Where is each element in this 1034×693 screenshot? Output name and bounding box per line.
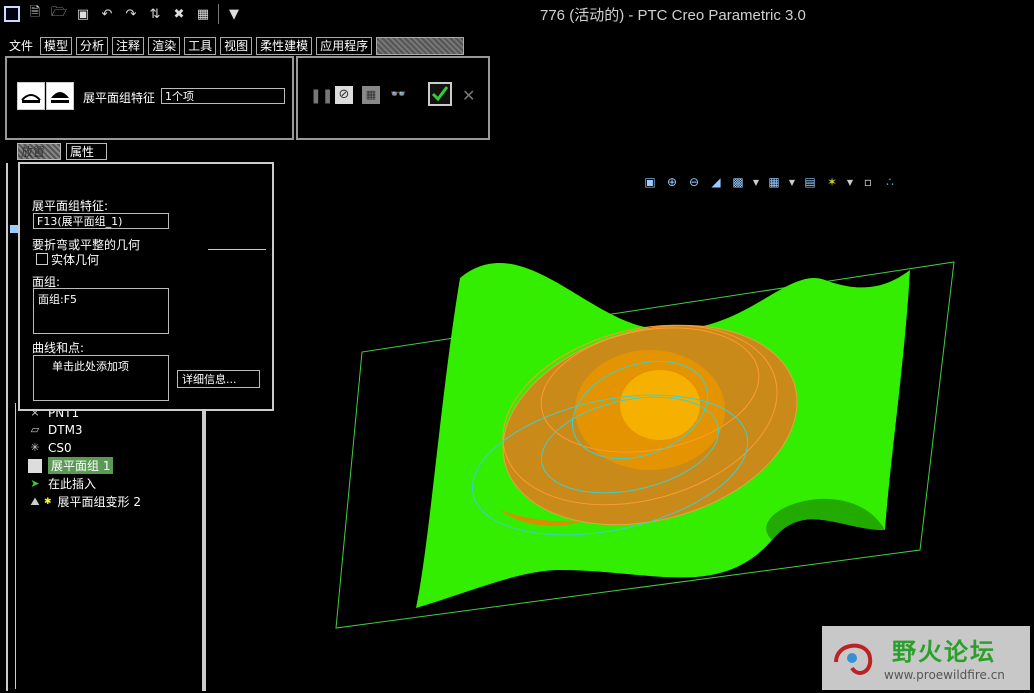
view-manager-icon[interactable]: ▤ (802, 174, 818, 190)
tree-item-label: 在此插入 (48, 477, 97, 491)
redo-icon[interactable]: ↷ (122, 5, 140, 23)
tree-item-flatten-deform-2[interactable]: ⛰ ✱ 展平面组变形 2 (28, 493, 141, 510)
solid-geometry-label: 实体几何 (51, 253, 100, 267)
no-preview-icon[interactable]: ⊘ (335, 86, 353, 104)
repaint-icon[interactable]: ◢ (708, 174, 724, 190)
display-style-icon[interactable]: ▩ (730, 174, 746, 190)
flatten-feature-label: 展平面组特征 (83, 91, 156, 105)
tab-applications[interactable]: 应用程序 (316, 37, 373, 55)
curves-label: 曲线和点: (32, 341, 85, 355)
tab-file[interactable]: 文件 (6, 38, 36, 54)
tab-placement[interactable]: 放置 (17, 143, 61, 160)
ribbon-tabs: 文件 模型 分析 注释 渲染 工具 视图 柔性建模 应用程序 (6, 37, 465, 55)
tree-item-insert-here[interactable]: ➤ 在此插入 (28, 475, 96, 492)
tab-tools[interactable]: 工具 (184, 37, 217, 55)
tree-item-label: 展平面组变形 2 (57, 495, 141, 509)
tree-item-flatten-quilt-1[interactable]: 展平面组 1 (28, 457, 114, 474)
dropdown-icon[interactable]: ▼ (752, 174, 760, 190)
tree-item-dtm3[interactable]: ▱ DTM3 (28, 421, 83, 438)
zoom-out-icon[interactable]: ⊖ (686, 174, 702, 190)
tab-properties[interactable]: 属性 (66, 143, 107, 160)
panel-feature-collector[interactable]: F13(展平面组_1) (33, 213, 169, 229)
refit-icon[interactable]: ▣ (642, 174, 658, 190)
annotation-display-icon[interactable]: ▫ (860, 174, 876, 190)
solid-geometry-checkbox[interactable] (36, 253, 48, 265)
tab-flatten-quilt-active[interactable] (376, 37, 465, 55)
tab-view[interactable]: 视图 (220, 37, 253, 55)
tab-annotate[interactable]: 注释 (112, 37, 145, 55)
flatten-type-icon[interactable] (17, 82, 45, 110)
graphics-area[interactable] (320, 240, 1034, 630)
open-icon[interactable]: 🗁 (50, 5, 68, 23)
tree-part-icon (10, 225, 18, 233)
solid-highlight (620, 370, 700, 440)
curves-collector[interactable]: 单击此处添加项 (33, 355, 169, 401)
forum-logo-icon (834, 643, 873, 675)
datum-display-icon[interactable]: ✶ (824, 174, 840, 190)
customize-icon[interactable]: ▼ (225, 5, 243, 23)
switch-window-icon[interactable]: ▦ (194, 5, 212, 23)
details-button[interactable]: 详细信息... (177, 370, 260, 388)
flatten-quilt-icon (28, 458, 42, 473)
feature-dashboard: 展平面组特征 1个项 (5, 56, 294, 140)
dropdown-icon[interactable]: ▼ (788, 174, 796, 190)
verify-icon[interactable]: 👓 (390, 87, 406, 102)
window-title: 776 (活动的) - PTC Creo Parametric 3.0 (540, 7, 806, 24)
datum-plane-icon: ▱ (30, 423, 40, 436)
preview-icon[interactable]: ▦ (362, 86, 380, 104)
tree-item-label: 展平面组 1 (48, 457, 114, 474)
placement-panel: 展平面组特征: F13(展平面组_1) 要折弯或平整的几何 实体几何 面组: 面… (18, 162, 274, 411)
divider (208, 249, 266, 250)
tree-item-label: DTM3 (48, 422, 83, 437)
tab-render[interactable]: 渲染 (148, 37, 181, 55)
dropdown-icon[interactable]: ▼ (846, 174, 854, 190)
watermark-title: 野火论坛 (892, 638, 996, 666)
watermark-url: www.proewildfire.cn (884, 668, 1005, 682)
flatten-deform-icon: ⛰ (30, 494, 40, 508)
spin-center-icon[interactable]: ∴ (882, 174, 898, 190)
forum-watermark: 野火论坛 www.proewildfire.cn (822, 626, 1030, 690)
window-icon[interactable] (4, 6, 20, 22)
csys-icon: ✳ (30, 441, 40, 454)
cancel-icon[interactable]: ✕ (462, 86, 475, 105)
quilt-collector[interactable]: 面组:F5 (33, 288, 169, 334)
zoom-in-icon[interactable]: ⊕ (664, 174, 680, 190)
new-icon[interactable]: 🗎 (26, 5, 44, 23)
pause-icon[interactable]: ❚❚ (310, 88, 333, 104)
toolbar-separator (218, 4, 219, 24)
tab-model[interactable]: 模型 (40, 37, 73, 55)
tab-flexible-modeling[interactable]: 柔性建模 (256, 37, 313, 55)
insert-here-icon: ➤ (30, 477, 40, 490)
ok-button[interactable] (428, 82, 452, 106)
tree-item-label: CS0 (48, 440, 72, 455)
tree-item-cs0[interactable]: ✳ CS0 (28, 439, 72, 456)
quick-access-toolbar: 🗎 🗁 ▣ ↶ ↷ ⇅ ✖ ▦ ▼ (0, 0, 294, 28)
modified-marker-icon: ✱ (44, 496, 52, 507)
undo-icon[interactable]: ↶ (98, 5, 116, 23)
deform-type-icon[interactable] (46, 82, 74, 110)
save-icon[interactable]: ▣ (74, 5, 92, 23)
tab-analysis[interactable]: 分析 (76, 37, 109, 55)
regenerate-icon[interactable]: ⇅ (146, 5, 164, 23)
flatten-feature-collector[interactable]: 1个项 (161, 88, 285, 104)
close-window-icon[interactable]: ✖ (170, 5, 188, 23)
view-toolbar: ▣ ⊕ ⊖ ◢ ▩ ▼ ▦ ▼ ▤ ✶ ▼ ▫ ∴ (642, 174, 898, 190)
dashboard-controls: ❚❚ ⊘ ▦ 👓 ✕ (296, 56, 490, 140)
saved-orientations-icon[interactable]: ▦ (766, 174, 782, 190)
panel-feature-label: 展平面组特征: (32, 199, 109, 213)
